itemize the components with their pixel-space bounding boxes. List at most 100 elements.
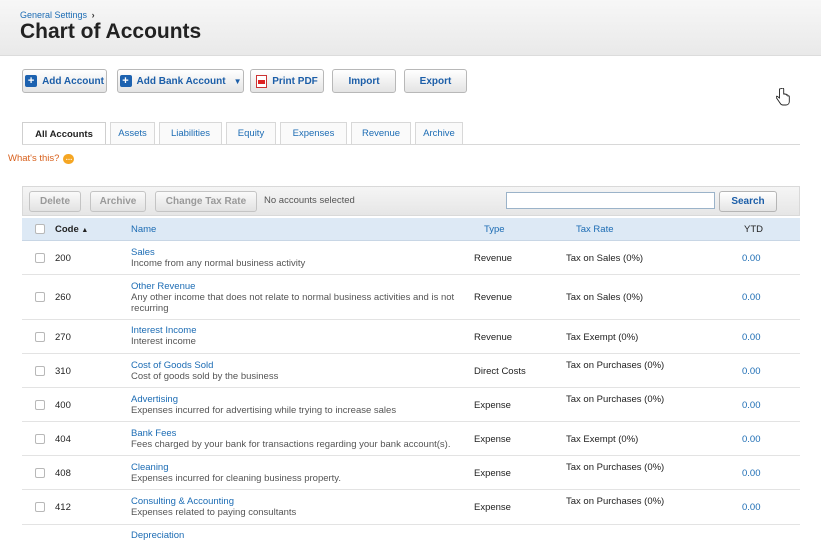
account-tax-rate: Tax Exempt (0%) <box>566 332 639 343</box>
add-bank-account-button[interactable]: + Add Bank Account ▼ <box>117 69 244 93</box>
account-name-link[interactable]: Bank Fees <box>131 428 491 439</box>
account-description: Income from any normal business activity <box>131 258 306 269</box>
row-checkbox[interactable] <box>35 468 45 478</box>
table-row[interactable]: 270 Interest Income Interest income Reve… <box>22 320 800 354</box>
plus-icon: + <box>119 75 132 87</box>
pdf-icon <box>256 74 268 88</box>
tab-all-accounts[interactable]: All Accounts <box>22 122 106 145</box>
account-ytd[interactable]: 0.00 <box>742 502 761 513</box>
table-row[interactable]: 404 Bank Fees Fees charged by your bank … <box>22 422 800 456</box>
table-row[interactable]: 408 Cleaning Expenses incurred for clean… <box>22 456 800 490</box>
tab-archive[interactable]: Archive <box>415 122 463 144</box>
page-header: General Settings › Chart of Accounts <box>0 0 821 56</box>
table-row[interactable]: 200 Sales Income from any normal busines… <box>22 241 800 275</box>
account-description: Interest income <box>131 336 196 347</box>
account-code: 270 <box>55 332 71 343</box>
column-tax-rate[interactable]: Tax Rate <box>576 224 614 235</box>
account-tax-rate: Tax on Purchases (0%) <box>566 462 665 473</box>
row-checkbox[interactable] <box>35 292 45 302</box>
account-type: Revenue <box>474 332 513 343</box>
row-checkbox[interactable] <box>35 332 45 342</box>
export-button[interactable]: Export <box>404 69 467 93</box>
table-row[interactable]: Depreciation <box>22 525 800 545</box>
tab-equity[interactable]: Equity <box>226 122 276 144</box>
breadcrumb-link[interactable]: General Settings <box>20 10 87 20</box>
account-type: Direct Costs <box>474 366 526 377</box>
account-ytd[interactable]: 0.00 <box>742 434 761 445</box>
change-tax-rate-button[interactable]: Change Tax Rate <box>155 191 257 212</box>
column-code[interactable]: Code ▲ <box>55 224 88 235</box>
account-type: Expense <box>474 434 511 445</box>
account-tax-rate: Tax Exempt (0%) <box>566 434 639 445</box>
whats-this-link[interactable]: What's this? … <box>8 153 75 164</box>
account-description: Cost of goods sold by the business <box>131 371 279 382</box>
tab-liabilities[interactable]: Liabilities <box>159 122 222 144</box>
row-checkbox[interactable] <box>35 400 45 410</box>
search-button[interactable]: Search <box>719 191 777 212</box>
column-name[interactable]: Name <box>131 224 156 235</box>
account-name-link[interactable]: Consulting & Accounting <box>131 496 471 507</box>
tab-revenue[interactable]: Revenue <box>351 122 411 144</box>
account-description: Expenses incurred for advertising while … <box>131 405 397 416</box>
account-tax-rate: Tax on Sales (0%) <box>566 292 644 303</box>
account-ytd[interactable]: 0.00 <box>742 292 761 303</box>
account-name-link[interactable]: Other Revenue <box>131 281 471 292</box>
account-name-link[interactable]: Sales <box>131 247 471 258</box>
account-type: Expense <box>474 502 511 513</box>
selection-status: No accounts selected <box>264 195 355 206</box>
archive-button[interactable]: Archive <box>90 191 146 212</box>
hand-cursor-icon <box>776 88 790 106</box>
search-input[interactable] <box>506 192 715 209</box>
import-button[interactable]: Import <box>332 69 396 93</box>
select-all-checkbox[interactable] <box>35 224 45 234</box>
account-code: 200 <box>55 253 71 264</box>
account-tax-rate: Tax on Purchases (0%) <box>566 360 665 371</box>
account-ytd[interactable]: 0.00 <box>742 400 761 411</box>
account-description: Expenses related to paying consultants <box>131 507 297 518</box>
account-ytd[interactable]: 0.00 <box>742 332 761 343</box>
account-name-link[interactable]: Interest Income <box>131 325 471 336</box>
row-checkbox[interactable] <box>35 434 45 444</box>
grid-toolbar: Delete Archive Change Tax Rate No accoun… <box>22 186 800 216</box>
tab-expenses[interactable]: Expenses <box>280 122 347 144</box>
column-ytd[interactable]: YTD <box>744 224 763 235</box>
account-tax-rate: Tax on Sales (0%) <box>566 253 644 264</box>
add-account-button[interactable]: + Add Account <box>22 69 107 93</box>
print-pdf-button[interactable]: Print PDF <box>250 69 324 93</box>
table-header: Code ▲ Name Type Tax Rate YTD <box>22 218 800 241</box>
page-title: Chart of Accounts <box>20 20 202 43</box>
table-row[interactable]: 412 Consulting & Accounting Expenses rel… <box>22 490 800 525</box>
breadcrumb-arrow-icon: › <box>91 10 95 20</box>
account-tax-rate: Tax on Purchases (0%) <box>566 496 665 507</box>
account-code: 310 <box>55 366 71 377</box>
account-ytd[interactable]: 0.00 <box>742 253 761 264</box>
tab-assets[interactable]: Assets <box>110 122 155 144</box>
delete-button[interactable]: Delete <box>29 191 81 212</box>
row-checkbox[interactable] <box>35 502 45 512</box>
export-label: Export <box>419 75 452 87</box>
whats-this-label: What's this? <box>8 153 60 164</box>
account-ytd[interactable]: 0.00 <box>742 366 761 377</box>
account-code: 400 <box>55 400 71 411</box>
chevron-down-icon: ▼ <box>233 76 242 86</box>
column-code-label: Code <box>55 224 79 235</box>
account-name-link[interactable]: Cost of Goods Sold <box>131 360 471 371</box>
column-type[interactable]: Type <box>484 224 505 235</box>
breadcrumb[interactable]: General Settings › <box>20 10 95 20</box>
row-checkbox[interactable] <box>35 366 45 376</box>
import-label: Import <box>348 75 380 87</box>
table-row[interactable]: 260 Other Revenue Any other income that … <box>22 275 800 320</box>
account-ytd[interactable]: 0.00 <box>742 468 761 479</box>
plus-icon: + <box>25 75 38 87</box>
print-pdf-label: Print PDF <box>272 75 318 87</box>
account-type: Expense <box>474 400 511 411</box>
row-checkbox[interactable] <box>35 253 45 263</box>
account-description: Expenses incurred for cleaning business … <box>131 473 341 484</box>
help-bubble-icon: … <box>63 153 75 164</box>
table-row[interactable]: 310 Cost of Goods Sold Cost of goods sol… <box>22 354 800 388</box>
account-name-link[interactable]: Advertising <box>131 394 471 405</box>
table-row[interactable]: 400 Advertising Expenses incurred for ad… <box>22 388 800 422</box>
account-name-link[interactable]: Cleaning <box>131 462 471 473</box>
sort-ascending-icon: ▲ <box>81 227 89 234</box>
account-type: Revenue <box>474 292 513 303</box>
